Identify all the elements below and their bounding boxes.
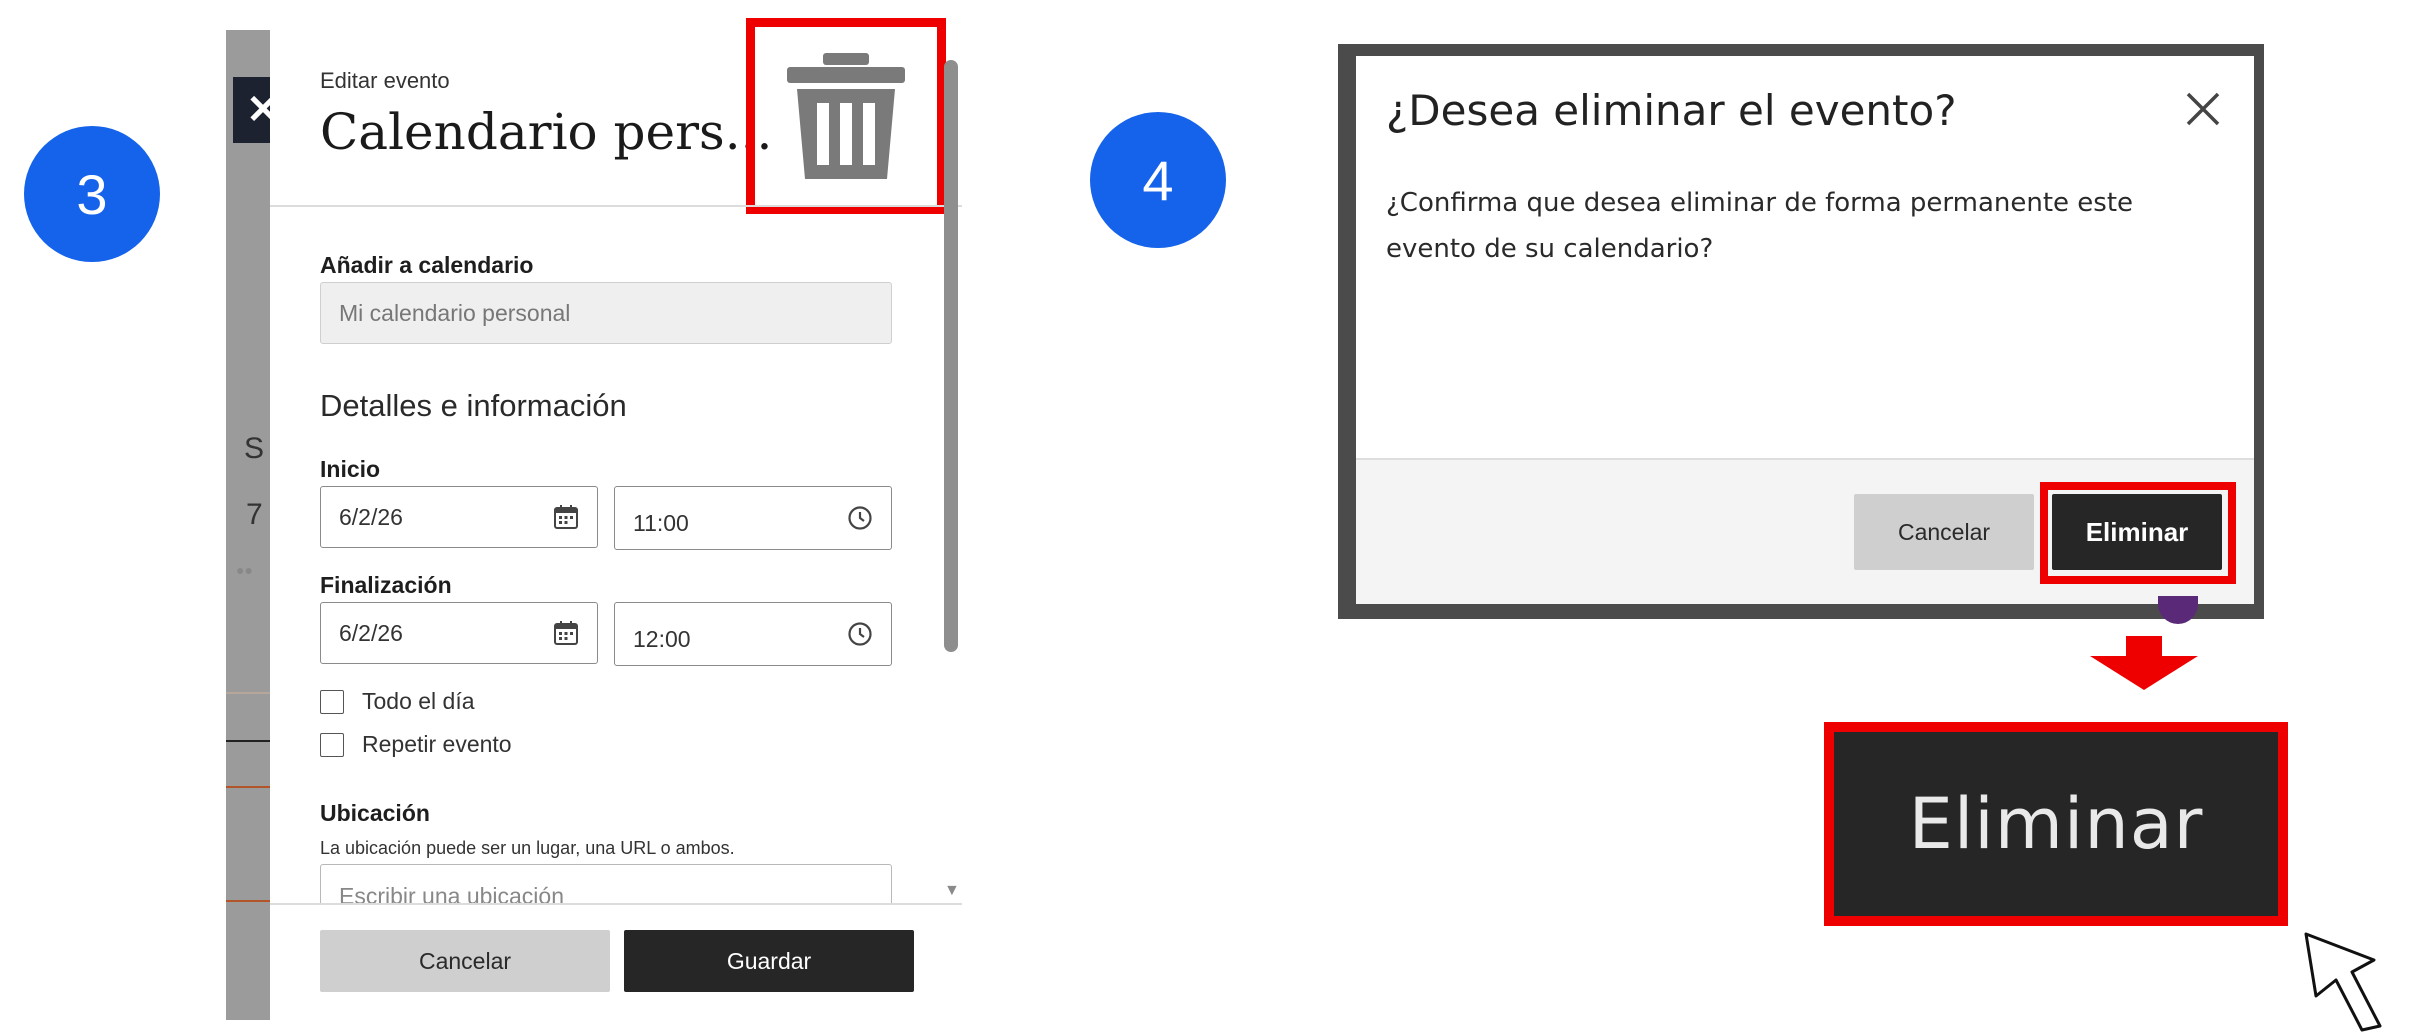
- modal-cancel-button[interactable]: Cancelar: [1854, 494, 2034, 570]
- step-4-badge: 4: [1090, 112, 1226, 248]
- all-day-checkbox[interactable]: [320, 689, 344, 714]
- end-label: Finalización: [320, 572, 452, 598]
- location-hint: La ubicación puede ser un lugar, una URL…: [320, 838, 735, 858]
- background-day-letter: S: [244, 432, 265, 465]
- drawer-footer-divider: [270, 903, 962, 905]
- close-icon[interactable]: [2180, 86, 2226, 132]
- background-avatar-fragment: [2158, 596, 2198, 624]
- trash-icon[interactable]: [781, 49, 911, 183]
- delete-highlight: [2040, 482, 2236, 584]
- repeat-label: Repetir evento: [362, 731, 512, 757]
- add-to-calendar-label: Añadir a calendario: [320, 252, 534, 278]
- modal-title: ¿Desea eliminar el evento?: [1386, 86, 1957, 135]
- background-line: [226, 786, 270, 788]
- step-3-badge: 3: [24, 126, 160, 262]
- start-date-input[interactable]: 6/2/26: [320, 486, 598, 548]
- background-line: [226, 900, 270, 902]
- end-date-input[interactable]: 6/2/26: [320, 602, 598, 664]
- clock-icon[interactable]: [847, 621, 873, 647]
- calendar-icon[interactable]: [553, 504, 579, 530]
- drawer-scrollbar[interactable]: [944, 60, 958, 652]
- start-time-value: 11:00: [633, 509, 689, 536]
- background-line: [226, 692, 270, 694]
- end-date-value: 6/2/26: [339, 619, 403, 646]
- location-placeholder: Escribir una ubicación: [339, 883, 565, 904]
- start-time-input[interactable]: 11:00: [614, 486, 892, 550]
- location-input[interactable]: Escribir una ubicación: [320, 864, 892, 904]
- background-day-number: 7: [246, 498, 263, 531]
- end-time-value: 12:00: [633, 625, 691, 652]
- repeat-checkbox[interactable]: [320, 732, 344, 757]
- all-day-row[interactable]: Todo el día: [320, 688, 475, 715]
- drawer-kicker: Editar evento: [320, 68, 450, 93]
- location-input-clip: Escribir una ubicación: [320, 864, 892, 904]
- start-date-value: 6/2/26: [339, 503, 403, 530]
- details-heading: Detalles e información: [320, 388, 627, 423]
- drawer-cancel-button[interactable]: Cancelar: [320, 930, 610, 992]
- mouse-pointer-icon: [2304, 932, 2382, 1032]
- zoomed-delete-button[interactable]: Eliminar: [1824, 722, 2288, 926]
- drawer-save-button[interactable]: Guardar: [624, 930, 914, 992]
- background-line: [226, 740, 270, 742]
- scroll-down-icon[interactable]: ▼: [944, 882, 960, 900]
- location-label: Ubicación: [320, 800, 430, 826]
- drawer-header-divider: [270, 205, 962, 207]
- arrow-down-icon: [2090, 636, 2198, 690]
- calendar-icon[interactable]: [553, 620, 579, 646]
- drawer-title: Calendario pers...: [320, 103, 773, 161]
- calendar-select: Mi calendario personal: [320, 282, 892, 344]
- modal-message: ¿Confirma que desea eliminar de forma pe…: [1386, 188, 2134, 264]
- repeat-row[interactable]: Repetir evento: [320, 731, 512, 758]
- background-dots: ●●: [236, 562, 253, 578]
- zoomed-delete-label: Eliminar: [1908, 783, 2204, 865]
- trash-highlight: [746, 18, 946, 214]
- clock-icon[interactable]: [847, 505, 873, 531]
- end-time-input[interactable]: 12:00: [614, 602, 892, 666]
- all-day-label: Todo el día: [362, 688, 475, 714]
- start-label: Inicio: [320, 456, 381, 482]
